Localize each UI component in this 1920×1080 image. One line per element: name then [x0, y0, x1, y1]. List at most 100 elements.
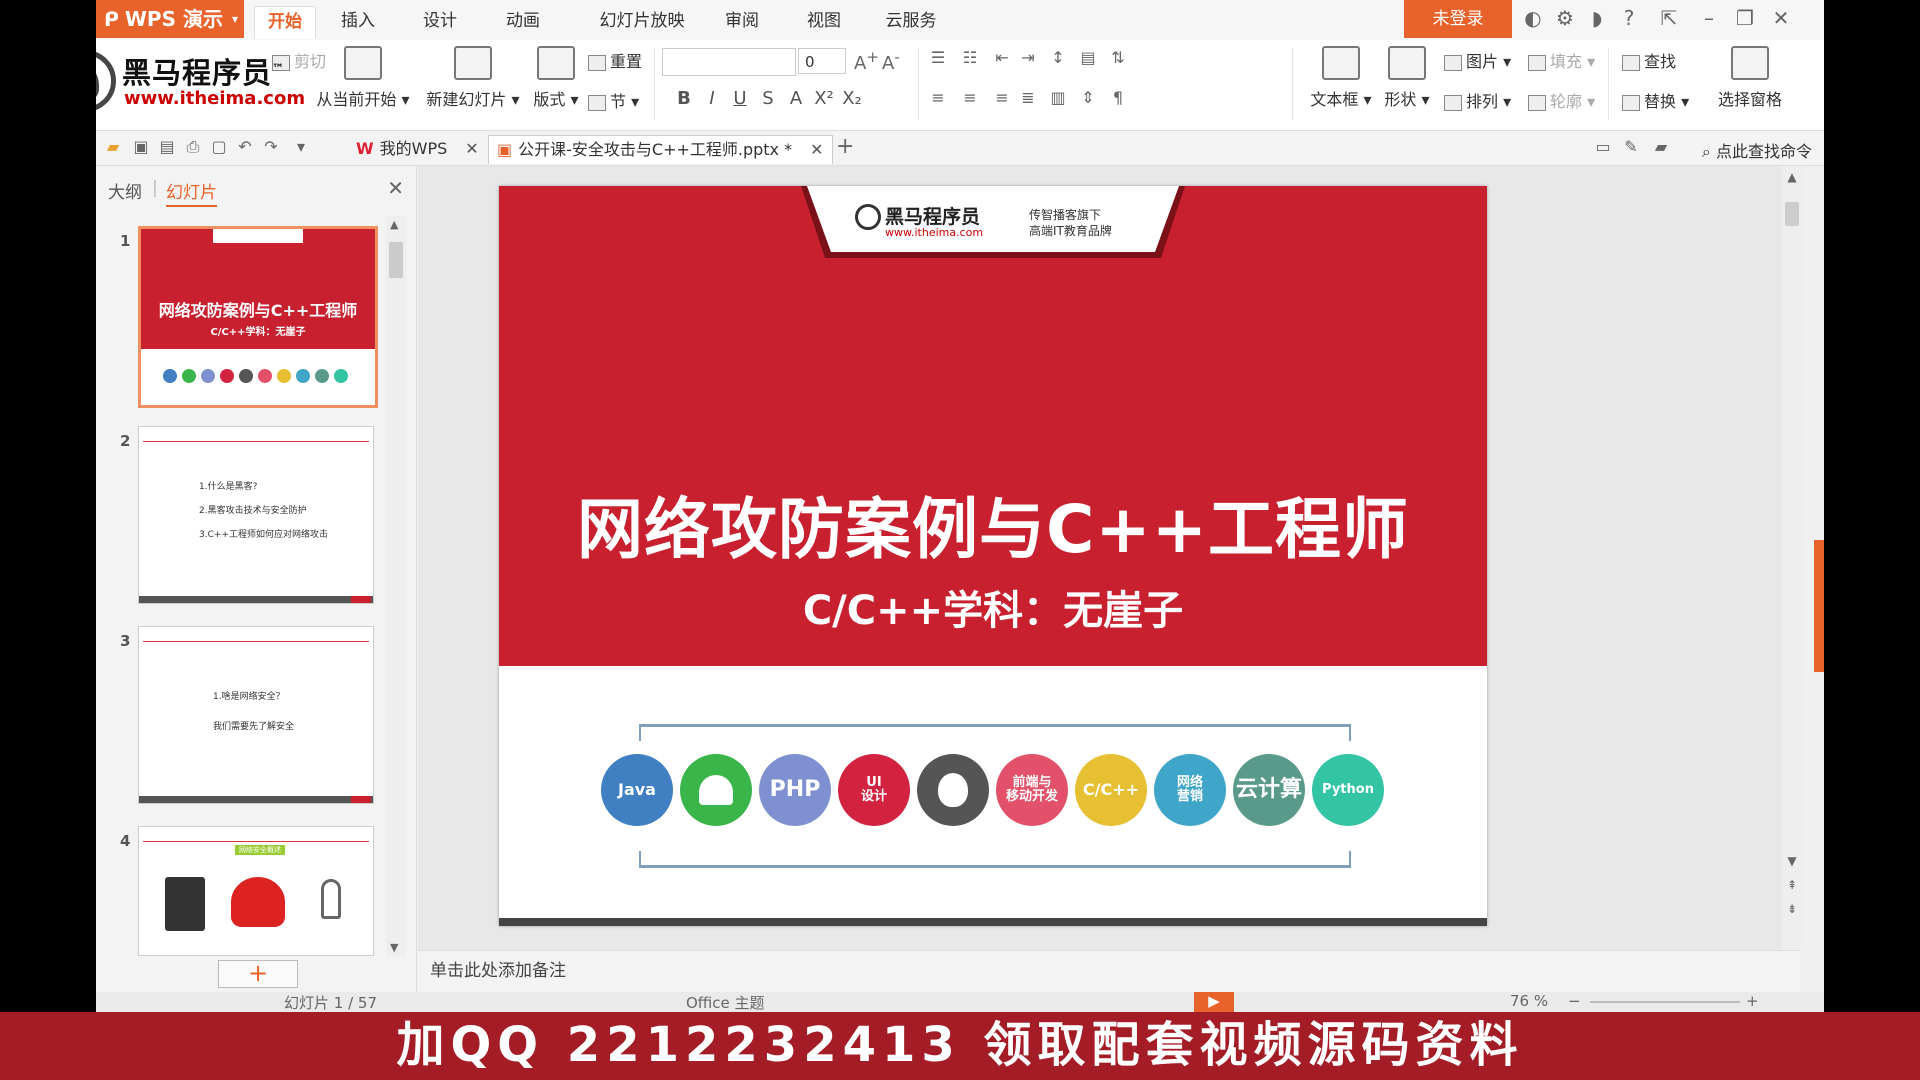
new-tab-icon[interactable]: + [836, 136, 854, 158]
close-icon[interactable]: ✕ [387, 176, 404, 200]
fullscreen-icon[interactable]: ⇱ [1656, 6, 1682, 30]
tab-animation[interactable]: 动画 [493, 6, 553, 38]
close-tab-icon[interactable]: ✕ [465, 139, 478, 158]
redo-icon[interactable]: ↷ [262, 139, 280, 155]
slide-thumbnail-3[interactable]: 1.啥是网络安全？ 我们需要先了解安全 [138, 626, 374, 804]
slide-thumbnail-2[interactable]: 1.什么是黑客? 2.黑客攻击技术与安全防护 3.C++工程师如何应对网络攻击 [138, 426, 374, 604]
text-direction-icon[interactable]: ⇅ [1106, 48, 1130, 67]
comment-icon[interactable]: ▰ [1652, 139, 1670, 155]
numbered-list-icon[interactable]: ☷ [958, 48, 982, 67]
select-pane-button[interactable]: 选择窗格 [1712, 46, 1788, 110]
minimize-icon[interactable]: – [1696, 6, 1722, 30]
slide-thumbnail-4[interactable]: 网络安全概述 [138, 826, 374, 956]
columns-icon[interactable]: ▤ [1076, 48, 1100, 67]
tab-design[interactable]: 设计 [410, 6, 470, 38]
close-icon[interactable]: ✕ [1768, 6, 1794, 30]
editor-scrollbar[interactable]: ▲ ▼ ⇞ ⇟ [1782, 166, 1802, 950]
zoom-slider[interactable] [1590, 1001, 1740, 1003]
save-icon[interactable]: ▣ [132, 139, 150, 155]
arrange-button[interactable]: 排列 ▾ [1444, 88, 1511, 112]
close-tab-icon[interactable]: ✕ [810, 140, 823, 159]
print-icon[interactable]: ⎙ [184, 139, 202, 155]
scroll-down-icon[interactable]: ▼ [390, 941, 398, 954]
skin-icon[interactable]: ◐ [1520, 6, 1546, 30]
next-slide-icon[interactable]: ⇟ [1782, 902, 1802, 916]
notes-pane[interactable]: 单击此处添加备注 [418, 950, 1800, 992]
zoom-in-icon[interactable]: + [1746, 992, 1759, 1010]
thumbnail-scrollbar[interactable]: ▲ ▼ [386, 216, 406, 956]
share-icon[interactable]: ◗ [1584, 6, 1610, 30]
layout-button[interactable]: 版式 ▾ [528, 46, 584, 110]
brush-icon[interactable]: ✎ [1622, 139, 1640, 155]
line-spacing-icon[interactable]: ↕ [1046, 48, 1070, 67]
tab-outline[interactable]: 大纲 [108, 178, 142, 203]
align-left-icon[interactable]: ≡ [926, 88, 950, 107]
current-slide[interactable]: 黑马程序员 www.itheima.com 传智播客旗下 高端IT教育品牌 网络… [499, 186, 1487, 926]
shadow-button[interactable]: S [756, 88, 780, 109]
tab-insert[interactable]: 插入 [328, 6, 388, 38]
undo-icon[interactable]: ↶ [236, 139, 254, 155]
subscript-button[interactable]: X₂ [840, 88, 864, 109]
scroll-thumb[interactable] [389, 242, 403, 278]
tab-home[interactable]: 开始 [254, 6, 316, 39]
bullet-list-icon[interactable]: ☰ [926, 48, 950, 67]
tab-my-wps[interactable]: W 我的WPS ✕ [348, 135, 487, 163]
app-menu-button[interactable]: ᑭ WPS 演示 ▾ [96, 0, 244, 38]
minimize-ribbon-icon[interactable]: ▭ [1594, 139, 1612, 155]
paragraph-spacing-icon[interactable]: ⇕ [1076, 88, 1100, 107]
open-folder-icon[interactable]: ▰ [104, 139, 122, 155]
side-panel-toggle[interactable] [1814, 540, 1824, 672]
help-icon[interactable]: ? [1616, 6, 1642, 30]
reset-button[interactable]: 重置 [588, 48, 642, 72]
tab-slideshow[interactable]: 幻灯片放映 [592, 6, 692, 38]
settings-icon[interactable]: ⚙ [1552, 6, 1578, 30]
font-color-button[interactable]: A [784, 88, 808, 109]
shape-button[interactable]: 形状 ▾ [1380, 46, 1434, 110]
scroll-up-icon[interactable]: ▲ [390, 218, 398, 231]
section-button[interactable]: 节 ▾ [588, 88, 639, 112]
tab-review[interactable]: 审阅 [712, 6, 772, 38]
scroll-down-icon[interactable]: ▼ [1782, 854, 1802, 868]
increase-indent-icon[interactable]: ⇥ [1016, 48, 1040, 67]
slide-subtitle[interactable]: C/C++学科：无崖子 [499, 578, 1487, 636]
play-icon[interactable]: ▶ [1194, 992, 1234, 1012]
align-right-icon[interactable]: ≡ [990, 88, 1014, 107]
underline-button[interactable]: U [728, 88, 752, 109]
scroll-up-icon[interactable]: ▲ [1782, 170, 1802, 184]
decrease-indent-icon[interactable]: ⇤ [990, 48, 1014, 67]
justify-icon[interactable]: ≣ [1016, 88, 1040, 107]
shrink-font-button[interactable]: A- [882, 48, 900, 74]
text-box-button[interactable]: 文本框 ▾ [1306, 46, 1376, 110]
command-search[interactable]: ⌕ 点此查找命令 [1702, 138, 1812, 162]
restore-icon[interactable]: ❐ [1732, 6, 1758, 30]
slide-title[interactable]: 网络攻防案例与C++工程师 [499, 476, 1487, 572]
slide-thumbnail-1[interactable]: 网络攻防案例与C++工程师 C/C++学科：无崖子 [138, 226, 378, 408]
distribute-icon[interactable]: ▥ [1046, 88, 1070, 107]
outline-button[interactable]: 轮廓 ▾ [1528, 88, 1595, 112]
tab-slides[interactable]: 幻灯片 [166, 178, 217, 207]
italic-button[interactable]: I [700, 88, 724, 109]
zoom-out-icon[interactable]: − [1568, 992, 1581, 1010]
print-preview-icon[interactable]: ▢ [210, 139, 228, 155]
bold-button[interactable]: B [672, 88, 696, 109]
export-pdf-icon[interactable]: ▤ [158, 139, 176, 155]
tab-view[interactable]: 视图 [794, 6, 854, 38]
find-button[interactable]: 查找 [1622, 48, 1676, 72]
new-slide-button[interactable]: 新建幻灯片 ▾ [420, 46, 526, 110]
login-button[interactable]: 未登录 [1404, 0, 1512, 38]
add-slide-button[interactable]: + [218, 960, 298, 988]
replace-button[interactable]: 替换 ▾ [1622, 88, 1689, 112]
paragraph-settings-icon[interactable]: ¶ [1106, 88, 1130, 107]
superscript-button[interactable]: X² [812, 88, 836, 109]
fill-button[interactable]: 填充 ▾ [1528, 48, 1595, 72]
tab-cloud[interactable]: 云服务 [876, 6, 946, 38]
scroll-thumb[interactable] [1785, 202, 1799, 226]
align-center-icon[interactable]: ≡ [958, 88, 982, 107]
grow-font-button[interactable]: A+ [854, 48, 879, 74]
prev-slide-icon[interactable]: ⇞ [1782, 878, 1802, 892]
picture-button[interactable]: 图片 ▾ [1444, 48, 1511, 72]
chevron-down-icon[interactable]: ▾ [292, 139, 310, 155]
tab-document[interactable]: ▣ 公开课-安全攻击与C++工程师.pptx * ✕ [488, 135, 833, 164]
font-size-select[interactable]: 0 [798, 48, 846, 74]
font-name-select[interactable] [662, 48, 796, 76]
